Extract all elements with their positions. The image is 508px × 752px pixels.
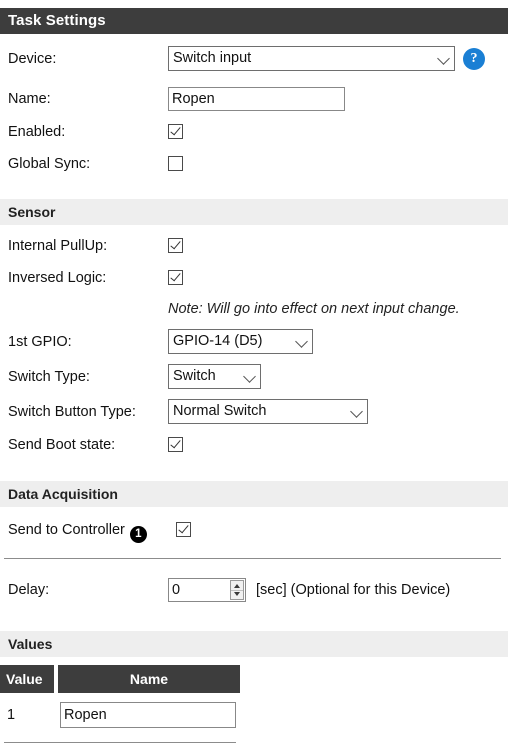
inversed-logic-note: Note: Will go into effect on next input … <box>168 301 460 317</box>
gpio-label: 1st GPIO: <box>8 334 72 350</box>
switch-type-select-value: Switch <box>173 368 216 384</box>
row-inversed-logic: Inversed Logic: <box>0 265 508 291</box>
spinner-up-icon[interactable] <box>233 584 240 588</box>
row-delay: Delay: [sec] (Optional for this Device) <box>0 577 508 603</box>
spinner-divider <box>231 590 243 591</box>
device-select[interactable]: Switch input <box>168 46 455 71</box>
values-table-header-name: Name <box>58 665 240 693</box>
send-to-controller-label: Send to Controller 1 <box>8 517 147 543</box>
send-boot-state-label: Send Boot state: <box>8 437 116 453</box>
chevron-down-icon <box>437 51 450 65</box>
delay-stepper[interactable] <box>168 578 246 602</box>
enabled-label: Enabled: <box>8 124 66 140</box>
row-internal-pullup: Internal PullUp: <box>0 233 508 259</box>
delay-unit-text: [sec] (Optional for this Device) <box>256 582 451 598</box>
row-name: Name: <box>0 86 508 112</box>
help-icon[interactable]: ? <box>463 48 485 70</box>
internal-pullup-checkbox[interactable] <box>168 238 183 253</box>
switch-button-type-select-value: Normal Switch <box>173 403 267 419</box>
row-enabled: Enabled: <box>0 119 508 145</box>
enabled-checkbox[interactable] <box>168 124 183 139</box>
section-header-sensor: Sensor <box>0 199 508 225</box>
row-send-to-controller: Send to Controller 1 <box>0 517 508 543</box>
section-header-values: Values <box>0 631 508 657</box>
send-boot-state-checkbox[interactable] <box>168 437 183 452</box>
table-row: 1 <box>0 702 508 730</box>
device-label: Device: <box>8 51 57 67</box>
switch-type-label: Switch Type: <box>8 369 90 385</box>
values-row-value: 1 <box>7 707 16 723</box>
section-header-data-acquisition: Data Acquisition <box>0 481 508 507</box>
inversed-logic-label: Inversed Logic: <box>8 270 107 286</box>
internal-pullup-label: Internal PullUp: <box>8 238 108 254</box>
chevron-down-icon <box>295 334 308 348</box>
row-send-boot-state: Send Boot state: <box>0 432 508 458</box>
row-gpio: 1st GPIO: GPIO-14 (D5) <box>0 329 508 355</box>
delay-spinner-buttons[interactable] <box>230 580 244 600</box>
global-sync-label: Global Sync: <box>8 156 91 172</box>
spinner-down-icon[interactable] <box>233 592 240 596</box>
inversed-logic-checkbox[interactable] <box>168 270 183 285</box>
chevron-down-icon <box>350 404 363 418</box>
section-header-task-settings: Task Settings <box>0 8 508 34</box>
values-table-header-value: Value <box>0 665 54 693</box>
device-select-value: Switch input <box>173 50 252 66</box>
delay-label: Delay: <box>8 582 50 598</box>
divider-bottom <box>4 742 236 743</box>
values-table-header-row: Value Name <box>0 665 508 693</box>
chevron-down-icon <box>243 369 256 383</box>
row-switch-type: Switch Type: Switch <box>0 364 508 390</box>
name-label: Name: <box>8 91 51 107</box>
name-input[interactable] <box>168 87 345 111</box>
row-device: Device: Switch input ? <box>0 46 508 72</box>
row-global-sync: Global Sync: <box>0 151 508 177</box>
send-to-controller-text: Send to Controller <box>8 522 125 538</box>
switch-button-type-select[interactable]: Normal Switch <box>168 399 368 424</box>
values-row-name-input[interactable] <box>60 702 236 728</box>
row-switch-button-type: Switch Button Type: Normal Switch <box>0 399 508 425</box>
divider-above-delay <box>4 558 501 559</box>
controller-index-badge: 1 <box>129 526 147 543</box>
switch-button-type-label: Switch Button Type: <box>8 404 136 420</box>
device-settings-page: Task Settings Device: Switch input ? Nam… <box>0 0 508 752</box>
gpio-select[interactable]: GPIO-14 (D5) <box>168 329 313 354</box>
send-to-controller-checkbox[interactable] <box>176 522 191 537</box>
global-sync-checkbox[interactable] <box>168 156 183 171</box>
gpio-select-value: GPIO-14 (D5) <box>173 333 263 349</box>
switch-type-select[interactable]: Switch <box>168 364 261 389</box>
